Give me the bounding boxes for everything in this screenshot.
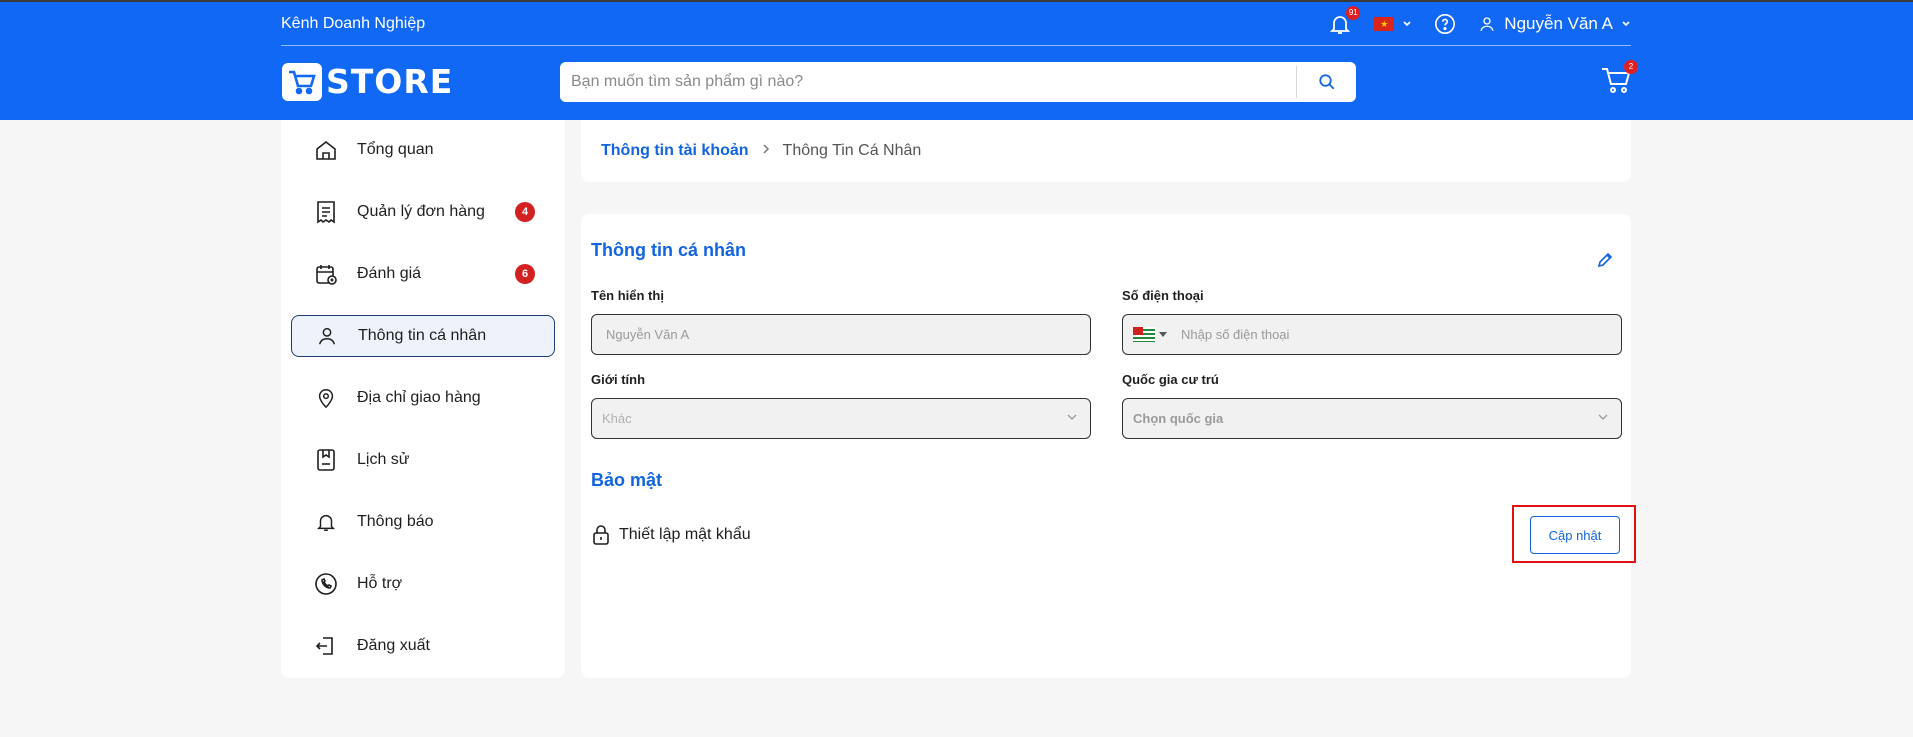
location-pin-icon [313, 385, 339, 411]
sidebar-item-support[interactable]: Hỗ trợ [291, 563, 555, 605]
chevron-down-icon [1598, 414, 1608, 420]
password-setting-row: Thiết lập mật khẩu [591, 524, 751, 546]
breadcrumb-current: Thông Tin Cá Nhân [782, 142, 922, 159]
chevron-down-icon [1403, 21, 1411, 27]
breadcrumb-parent-link[interactable]: Thông tin tài khoản [601, 142, 749, 160]
cart-count-badge: 2 [1624, 60, 1638, 74]
sidebar-item-label: Quản lý đơn hàng [357, 203, 485, 220]
phone-label: Số điện thoại [1122, 288, 1204, 303]
home-icon [313, 137, 339, 163]
reviews-count-badge: 6 [515, 264, 535, 284]
sidebar-item-label: Lịch sử [357, 451, 410, 468]
logout-icon [313, 633, 339, 659]
calendar-review-icon [313, 261, 339, 287]
receipt-icon [313, 199, 339, 225]
cart-button[interactable]: 2 [1600, 60, 1638, 96]
sidebar-item-label: Địa chỉ giao hàng [357, 389, 481, 406]
sidebar-item-label: Thông báo [357, 513, 434, 530]
history-icon [313, 447, 339, 473]
store-logo[interactable]: STORE [282, 62, 453, 101]
phone-placeholder: Nhập số điện thoại [1181, 327, 1290, 342]
sidebar-item-label: Đánh giá [357, 265, 422, 282]
header-top-row: Kênh Doanh Nghiệp 91 Nguyễn Văn A [281, 2, 1631, 46]
chevron-down-icon [1622, 21, 1630, 27]
search-bar [560, 62, 1356, 102]
sidebar-item-logout[interactable]: Đăng xuất [291, 625, 555, 667]
sidebar-item-shipping-address[interactable]: Địa chỉ giao hàng [291, 377, 555, 419]
edit-pencil-icon[interactable] [1597, 252, 1613, 273]
top-header: Kênh Doanh Nghiệp 91 Nguyễn Văn A STORE [0, 0, 1913, 120]
orders-count-badge: 4 [515, 202, 535, 222]
sidebar-item-notifications[interactable]: Thông báo [291, 501, 555, 543]
chevron-right-icon [761, 142, 771, 160]
personal-info-title: Thông tin cá nhân [591, 240, 746, 260]
user-icon [1480, 17, 1494, 31]
gender-value: Khác [602, 411, 632, 426]
sidebar-item-history[interactable]: Lịch sử [291, 439, 555, 481]
highlight-box [1512, 505, 1636, 563]
search-button[interactable] [1296, 66, 1356, 98]
vietnam-flag-icon [1374, 17, 1395, 31]
cart-logo-icon [282, 62, 322, 101]
user-icon [314, 323, 340, 349]
help-icon[interactable] [1434, 13, 1456, 35]
personal-info-card: Thông tin cá nhân Tên hiển thị Nguyễn Vă… [581, 214, 1631, 678]
account-sidebar: Tổng quan Quản lý đơn hàng 4 Đánh giá 6 … [281, 120, 565, 678]
sidebar-item-reviews[interactable]: Đánh giá 6 [291, 253, 555, 295]
sidebar-item-overview[interactable]: Tổng quan [291, 129, 555, 171]
lock-icon [593, 525, 609, 545]
country-flag-icon [1133, 327, 1155, 342]
display-name-field[interactable]: Nguyễn Văn A [591, 314, 1091, 355]
caret-down-icon [1159, 331, 1167, 337]
language-selector[interactable] [1374, 17, 1412, 31]
phone-support-icon [313, 571, 339, 597]
search-icon [1318, 74, 1334, 90]
user-name: Nguyễn Văn A [1504, 14, 1613, 33]
bell-icon [313, 509, 339, 535]
country-value: Chọn quốc gia [1133, 411, 1224, 426]
phone-field[interactable]: Nhập số điện thoại [1122, 314, 1622, 355]
user-menu[interactable]: Nguyễn Văn A [1478, 14, 1631, 34]
sidebar-item-label: Tổng quan [357, 141, 434, 158]
notification-bell-icon[interactable]: 91 [1328, 6, 1361, 36]
password-setting-label: Thiết lập mật khẩu [619, 526, 751, 543]
country-select[interactable]: Chọn quốc gia [1122, 398, 1622, 439]
breadcrumb: Thông tin tài khoản Thông Tin Cá Nhân [581, 120, 1631, 182]
sidebar-item-personal-info[interactable]: Thông tin cá nhân [291, 315, 555, 357]
security-title: Bảo mật [591, 470, 663, 490]
sidebar-item-orders[interactable]: Quản lý đơn hàng 4 [291, 191, 555, 233]
search-input[interactable] [560, 62, 1296, 102]
business-channel-link[interactable]: Kênh Doanh Nghiệp [281, 15, 425, 33]
display-name-placeholder: Nguyễn Văn A [606, 327, 690, 342]
sidebar-item-label: Thông tin cá nhân [358, 327, 487, 344]
sidebar-item-label: Hỗ trợ [357, 575, 403, 592]
header-actions: 91 Nguyễn Văn A [1328, 6, 1631, 36]
sidebar-item-label: Đăng xuất [357, 637, 430, 654]
notification-count-badge: 91 [1346, 6, 1361, 20]
country-label: Quốc gia cư trú [1122, 372, 1219, 387]
country-code-selector[interactable] [1133, 327, 1167, 342]
gender-label: Giới tính [591, 372, 646, 387]
display-name-label: Tên hiển thị [591, 288, 664, 303]
logo-text: STORE [326, 62, 454, 101]
gender-select[interactable]: Khác [591, 398, 1091, 439]
chevron-down-icon [1067, 414, 1077, 420]
